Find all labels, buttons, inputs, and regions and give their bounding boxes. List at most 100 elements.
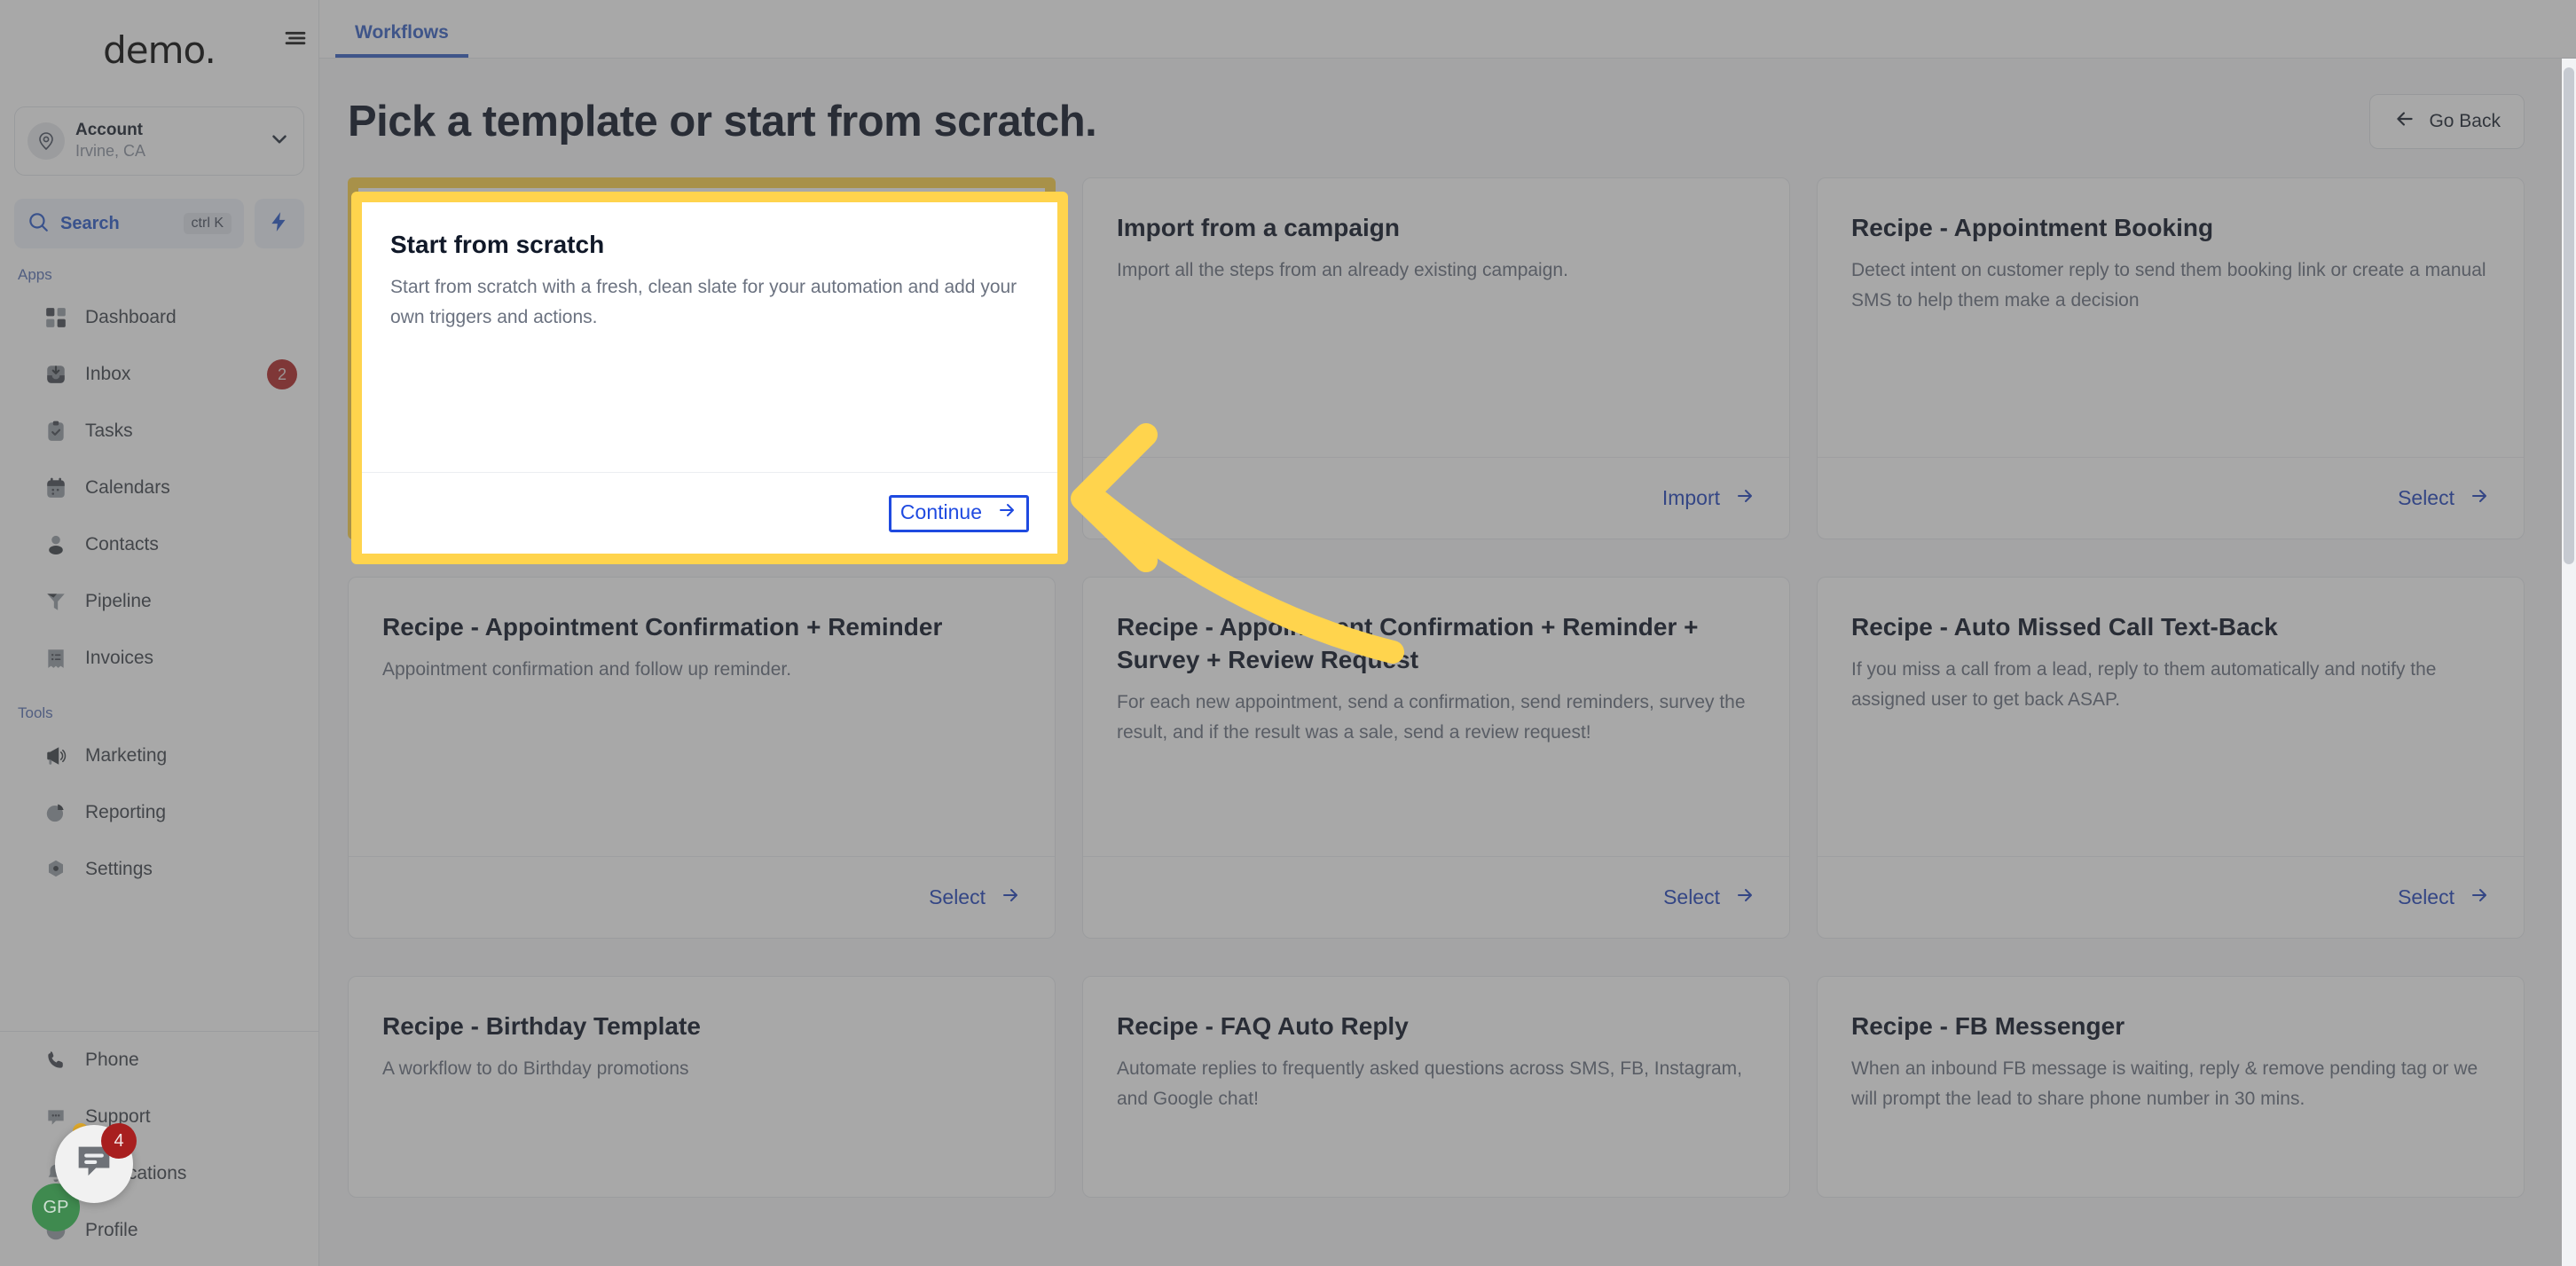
- funnel-icon: [43, 588, 69, 615]
- sidebar-item-marketing[interactable]: Marketing: [0, 727, 318, 784]
- sidebar-item-label: Calendars: [85, 477, 170, 498]
- card-description: Detect intent on customer reply to send …: [1851, 259, 2486, 311]
- sidebar-item-dashboard[interactable]: Dashboard: [0, 289, 318, 346]
- collapse-sidebar-icon[interactable]: [280, 23, 310, 53]
- select-label: Select: [2398, 885, 2454, 908]
- card-footer: Select: [1818, 856, 2524, 938]
- sidebar-item-calendars[interactable]: Calendars: [0, 460, 318, 516]
- sidebar-item-label: Reporting: [85, 802, 167, 822]
- select-label: Select: [2398, 486, 2454, 509]
- template-card-birthday-template[interactable]: Recipe - Birthday Template A workflow to…: [348, 976, 1056, 1198]
- search-icon: [27, 210, 50, 238]
- import-button[interactable]: Import: [1662, 485, 1755, 512]
- continue-button[interactable]: Continue: [888, 494, 1029, 532]
- invoice-icon: [43, 645, 69, 672]
- sidebar-item-settings[interactable]: Settings: [0, 841, 318, 898]
- tab-workflows[interactable]: Workflows: [335, 22, 468, 58]
- template-card-faq-auto-reply[interactable]: Recipe - FAQ Auto Reply Automate replies…: [1082, 976, 1790, 1198]
- select-button[interactable]: Select: [2398, 885, 2490, 911]
- clipboard-check-icon: [43, 418, 69, 444]
- sidebar-item-label: Dashboard: [85, 307, 177, 327]
- select-label: Select: [929, 885, 986, 908]
- chat-widget-button[interactable]: 4: [55, 1123, 137, 1203]
- page-title: Pick a template or start from scratch.: [348, 98, 1097, 145]
- chat-unread-badge: 4: [101, 1123, 137, 1159]
- select-label: Select: [1663, 885, 1720, 908]
- card-footer: Select: [1818, 457, 2524, 539]
- sidebar-item-inbox[interactable]: Inbox 2: [0, 346, 318, 403]
- arrow-right-icon: [1734, 885, 1755, 911]
- page-header: Pick a template or start from scratch. G…: [319, 59, 2576, 167]
- sidebar: demo. Account Irvine, CA Search ctrl K A…: [0, 0, 319, 1266]
- template-grid-row-3: Recipe - Birthday Template A workflow to…: [319, 965, 2576, 1198]
- brand-logo: demo.: [103, 28, 216, 72]
- nav-group-label-tools: Tools: [18, 704, 53, 721]
- card-title: Import from a campaign: [1117, 214, 1400, 241]
- template-grid-row-2: Recipe - Appointment Confirmation + Remi…: [319, 566, 2576, 939]
- select-button[interactable]: Select: [929, 885, 1021, 911]
- sidebar-item-label: Settings: [85, 859, 153, 879]
- template-card-appointment-booking[interactable]: Recipe - Appointment Booking Detect inte…: [1817, 177, 2525, 539]
- inbox-badge: 2: [267, 359, 297, 389]
- sidebar-item-support[interactable]: Support: [0, 1089, 318, 1145]
- card-footer: Select: [349, 856, 1055, 938]
- avatar-initials: GP: [43, 1197, 69, 1217]
- card-footer: Select: [1083, 856, 1789, 938]
- sidebar-bottom-nav: Phone Support Notifications Profile: [0, 1032, 318, 1266]
- sidebar-item-invoices[interactable]: Invoices: [0, 630, 318, 687]
- search-row: Search ctrl K: [14, 199, 304, 248]
- card-description: Import all the steps from an already exi…: [1117, 259, 1568, 280]
- card-title: Recipe - Appointment Booking: [1851, 214, 2214, 241]
- quick-actions-button[interactable]: [255, 199, 304, 248]
- sidebar-item-label: Tasks: [85, 421, 133, 441]
- chevron-down-icon[interactable]: [268, 128, 291, 155]
- card-body: Recipe - Birthday Template A workflow to…: [349, 977, 1055, 1197]
- sidebar-item-reporting[interactable]: Reporting: [0, 784, 318, 841]
- card-description: Appointment confirmation and follow up r…: [382, 658, 792, 680]
- sidebar-item-label: Contacts: [85, 534, 159, 554]
- go-back-button[interactable]: Go Back: [2369, 94, 2525, 149]
- sidebar-item-label: Pipeline: [85, 591, 152, 611]
- card-description: When an inbound FB message is waiting, r…: [1851, 1058, 2478, 1109]
- card-title: Recipe - Appointment Confirmation + Remi…: [382, 613, 943, 641]
- select-button[interactable]: Select: [1663, 885, 1755, 911]
- card-description: Automate replies to frequently asked que…: [1117, 1058, 1742, 1109]
- sidebar-item-label: Profile: [85, 1220, 138, 1240]
- account-location: Irvine, CA: [75, 142, 146, 161]
- go-back-label: Go Back: [2429, 111, 2501, 131]
- card-title: Recipe - Auto Missed Call Text-Back: [1851, 613, 2278, 641]
- sidebar-item-contacts[interactable]: Contacts: [0, 516, 318, 573]
- account-switcher[interactable]: Account Irvine, CA: [14, 106, 304, 176]
- gear-icon: [43, 856, 69, 883]
- template-card-start-from-scratch-highlighted[interactable]: Start from scratch Start from scratch wi…: [351, 192, 1068, 564]
- main-content: Workflows Pick a template or start from …: [285, 0, 2576, 1266]
- vertical-scrollbar-thumb[interactable]: [2564, 67, 2574, 564]
- sidebar-item-label: Phone: [85, 1050, 139, 1070]
- card-description: If you miss a call from a lead, reply to…: [1851, 658, 2437, 710]
- card-description: For each new appointment, send a confirm…: [1117, 691, 1746, 743]
- card-title: Start from scratch: [390, 231, 605, 258]
- card-title: Recipe - FAQ Auto Reply: [1117, 1012, 1409, 1040]
- card-body: Import from a campaign Import all the st…: [1083, 178, 1789, 457]
- sidebar-item-tasks[interactable]: Tasks: [0, 403, 318, 460]
- card-body: Recipe - Appointment Confirmation + Remi…: [349, 578, 1055, 856]
- arrow-left-icon: [2393, 107, 2416, 136]
- select-button[interactable]: Select: [2398, 485, 2490, 512]
- template-card-fb-messenger[interactable]: Recipe - FB Messenger When an inbound FB…: [1817, 976, 2525, 1198]
- phone-icon: [43, 1047, 69, 1073]
- card-body: Start from scratch Start from scratch wi…: [362, 202, 1057, 472]
- template-card-appt-confirmation-reminder[interactable]: Recipe - Appointment Confirmation + Remi…: [348, 577, 1056, 939]
- continue-label: Continue: [899, 500, 982, 523]
- search-input[interactable]: Search ctrl K: [14, 199, 244, 248]
- sidebar-item-pipeline[interactable]: Pipeline: [0, 573, 318, 630]
- chat-dots-icon: [43, 1104, 69, 1130]
- template-card-auto-missed-call-text-back[interactable]: Recipe - Auto Missed Call Text-Back If y…: [1817, 577, 2525, 939]
- sidebar-item-label: Marketing: [85, 745, 168, 766]
- calendar-icon: [43, 475, 69, 501]
- card-body: Recipe - FB Messenger When an inbound FB…: [1818, 977, 2524, 1197]
- megaphone-icon: [43, 743, 69, 769]
- inbox-icon: [43, 361, 69, 388]
- arrow-right-icon: [2469, 885, 2490, 911]
- top-tab-bar: Workflows: [285, 0, 2576, 59]
- sidebar-item-phone[interactable]: Phone: [0, 1032, 318, 1089]
